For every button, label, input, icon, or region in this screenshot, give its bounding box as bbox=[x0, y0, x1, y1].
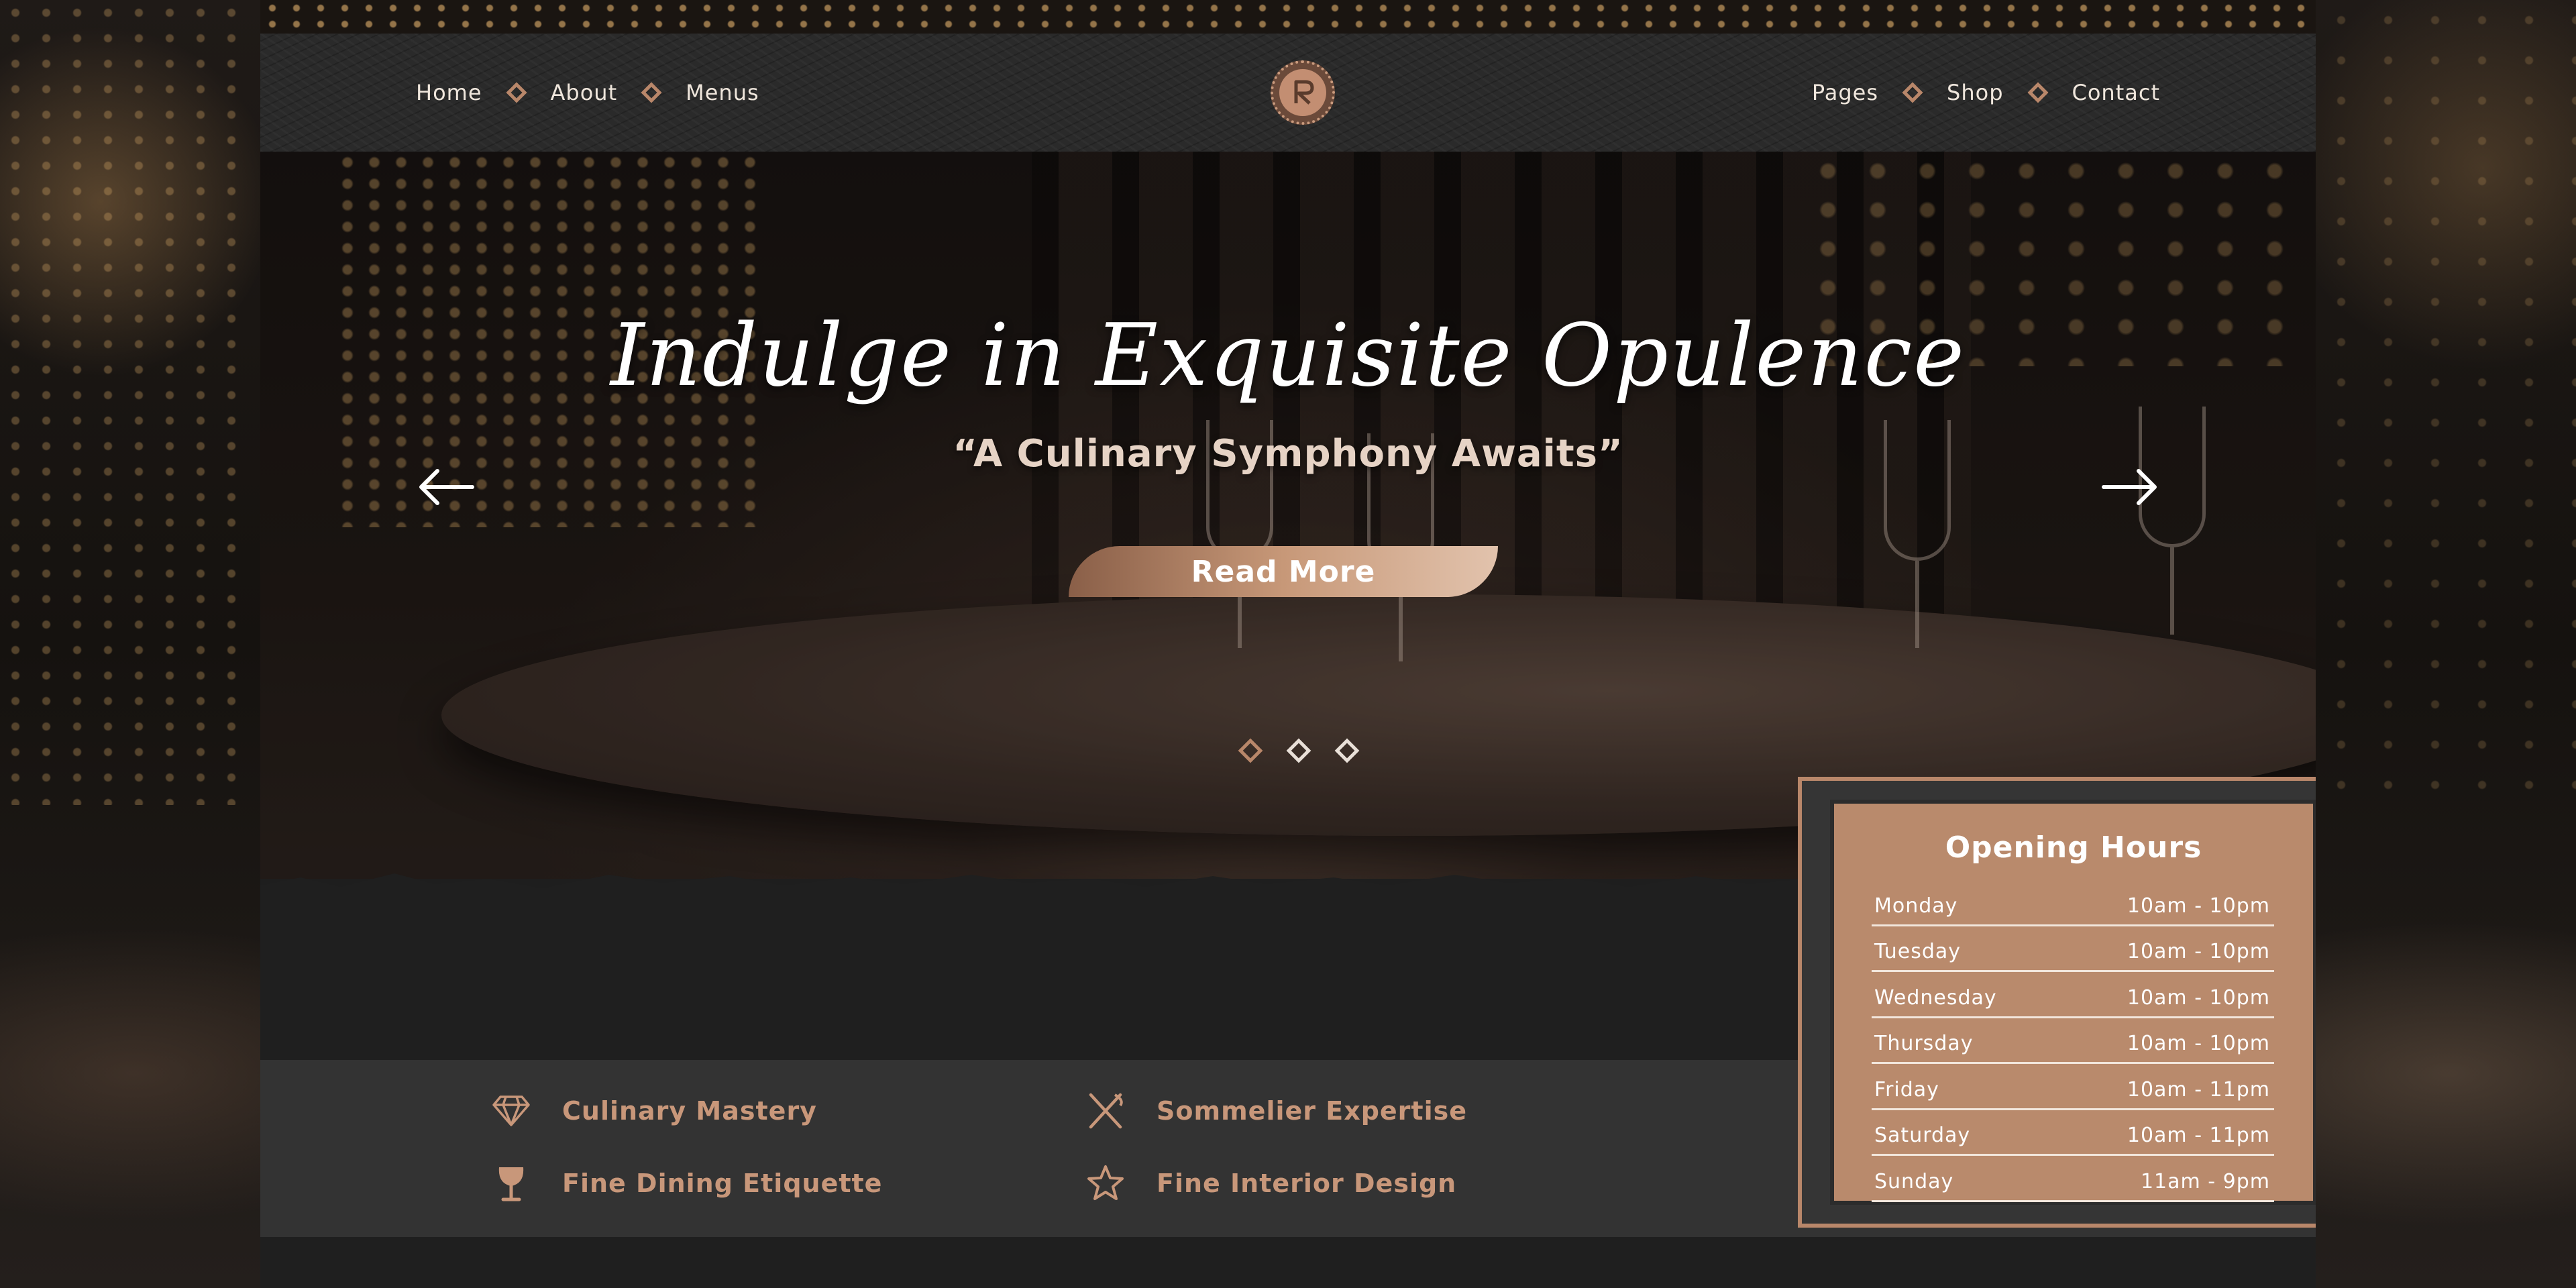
restaurant-logo[interactable] bbox=[1271, 60, 1335, 125]
hours-row: Friday 10am - 11pm bbox=[1872, 1064, 2274, 1110]
slider-dot-2[interactable] bbox=[1286, 738, 1311, 763]
hours-day: Wednesday bbox=[1874, 985, 1997, 1010]
hours-time: 10am - 11pm bbox=[2127, 1124, 2270, 1147]
hours-time: 10am - 10pm bbox=[2127, 985, 2270, 1010]
nav-separator-icon bbox=[641, 82, 662, 103]
hours-row: Wednesday 10am - 10pm bbox=[1872, 972, 2274, 1018]
hours-day: Tuesday bbox=[1874, 940, 1962, 963]
nav-menus[interactable]: Menus bbox=[686, 80, 759, 105]
feature-label: Sommelier Expertise bbox=[1157, 1096, 1467, 1126]
nav-home[interactable]: Home bbox=[416, 80, 482, 105]
slider-dot-3[interactable] bbox=[1334, 738, 1360, 763]
nav-about[interactable]: About bbox=[551, 80, 618, 105]
hours-day: Monday bbox=[1874, 894, 1958, 918]
next-slide-arrow-icon[interactable] bbox=[2100, 467, 2160, 507]
nav-contact[interactable]: Contact bbox=[2072, 80, 2161, 105]
hours-time: 10am - 11pm bbox=[2127, 1077, 2270, 1102]
hours-time: 11am - 9pm bbox=[2140, 1169, 2270, 1193]
feature-culinary-mastery[interactable]: Culinary Mastery bbox=[490, 1089, 817, 1132]
bottom-band bbox=[260, 1237, 2316, 1288]
opening-hours-title: Opening Hours bbox=[1945, 830, 2202, 865]
hero-title: Indulge in Exquisite Opulence bbox=[610, 306, 1966, 406]
hours-day: Thursday bbox=[1874, 1032, 1974, 1055]
hours-row: Thursday 10am - 10pm bbox=[1872, 1018, 2274, 1064]
nav-separator-icon bbox=[1902, 82, 1923, 103]
nav-pages[interactable]: Pages bbox=[1812, 80, 1878, 105]
hours-day: Sunday bbox=[1874, 1169, 1954, 1193]
nav-shop[interactable]: Shop bbox=[1947, 80, 2003, 105]
feature-fine-dining-etiquette[interactable]: Fine Dining Etiquette bbox=[490, 1162, 882, 1205]
background-lights-right bbox=[2318, 0, 2576, 805]
hero-subtitle: “A Culinary Symphony Awaits” bbox=[953, 432, 1623, 476]
feature-label: Fine Interior Design bbox=[1157, 1169, 1457, 1198]
top-light-strip bbox=[260, 0, 2316, 34]
feature-sommelier-expertise[interactable]: Sommelier Expertise bbox=[1084, 1089, 1467, 1132]
hours-day: Saturday bbox=[1874, 1124, 1971, 1147]
star-icon bbox=[1084, 1162, 1127, 1205]
utensils-icon bbox=[1084, 1089, 1127, 1132]
nav-separator-icon bbox=[2027, 82, 2049, 103]
slider-dot-1[interactable] bbox=[1238, 738, 1263, 763]
opening-hours-panel: Opening Hours Monday 10am - 10pm Tuesday… bbox=[1830, 800, 2316, 1205]
hours-day: Friday bbox=[1874, 1077, 1939, 1102]
nav-right: Pages Shop Contact bbox=[1812, 34, 2160, 152]
feature-label: Fine Dining Etiquette bbox=[562, 1169, 883, 1198]
slider-dots bbox=[1226, 738, 1371, 763]
hours-row: Tuesday 10am - 10pm bbox=[1872, 926, 2274, 972]
hours-time: 10am - 10pm bbox=[2127, 894, 2270, 918]
nav-left: Home About Menus bbox=[416, 34, 759, 152]
nav-separator-icon bbox=[505, 82, 527, 103]
diamond-icon bbox=[490, 1089, 533, 1132]
feature-label: Culinary Mastery bbox=[562, 1096, 817, 1126]
wine-glass-icon bbox=[490, 1162, 533, 1205]
hours-time: 10am - 10pm bbox=[2127, 1032, 2270, 1055]
opening-hours-card: Opening Hours Monday 10am - 10pm Tuesday… bbox=[1798, 777, 2316, 1228]
site-frame: Home About Menus Pages Shop Contact Indu… bbox=[260, 0, 2316, 1288]
feature-fine-interior-design[interactable]: Fine Interior Design bbox=[1084, 1162, 1456, 1205]
hours-row: Sunday 11am - 9pm bbox=[1872, 1156, 2274, 1202]
opening-hours-list: Monday 10am - 10pm Tuesday 10am - 10pm W… bbox=[1872, 880, 2274, 1202]
read-more-button[interactable]: Read More bbox=[1069, 546, 1498, 597]
site-header: Home About Menus Pages Shop Contact bbox=[260, 34, 2316, 152]
hours-time: 10am - 10pm bbox=[2127, 940, 2270, 963]
previous-slide-arrow-icon[interactable] bbox=[416, 467, 476, 507]
hours-row: Monday 10am - 10pm bbox=[1872, 880, 2274, 926]
logo-emblem-icon bbox=[1279, 69, 1326, 116]
background-lights-left bbox=[0, 0, 255, 805]
hours-row: Saturday 10am - 11pm bbox=[1872, 1110, 2274, 1156]
